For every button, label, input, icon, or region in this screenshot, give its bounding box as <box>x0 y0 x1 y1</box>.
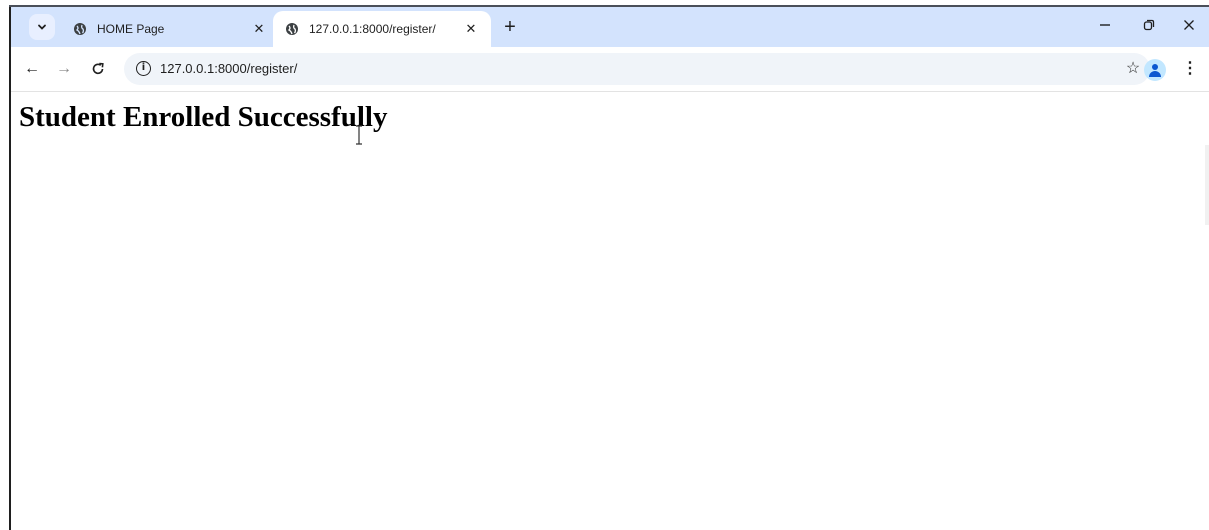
address-bar[interactable]: i 127.0.0.1:8000/register/ ☆ <box>124 53 1150 85</box>
profile-head <box>1152 64 1158 70</box>
reload-icon <box>92 62 104 75</box>
window-close-icon <box>1184 20 1194 30</box>
browser-window: HOME Page ✕ 127.0.0.1:8000/register/ ✕ +… <box>0 0 1209 530</box>
profile-icon[interactable] <box>1144 59 1166 81</box>
tab-search-button[interactable] <box>29 14 55 40</box>
text-cursor-icon <box>356 125 362 145</box>
profile-body <box>1149 71 1161 77</box>
globe-icon <box>74 23 86 35</box>
minimize-icon <box>1100 24 1110 26</box>
arrow-left-icon: ← <box>24 60 40 77</box>
page-content: Student Enrolled Successfully <box>11 93 1209 530</box>
window-close-button[interactable] <box>1177 15 1201 39</box>
page-heading: Student Enrolled Successfully <box>19 101 388 133</box>
globe-icon <box>286 23 298 35</box>
tab-title: 127.0.0.1:8000/register/ <box>309 22 436 36</box>
chevron-down-icon <box>38 24 46 30</box>
url-text[interactable]: 127.0.0.1:8000/register/ <box>160 61 297 76</box>
restore-icon <box>1143 19 1155 31</box>
forward-button[interactable]: → <box>53 58 75 80</box>
arrow-right-icon: → <box>56 60 72 77</box>
star-icon[interactable]: ☆ <box>1122 58 1144 80</box>
browser-toolbar: ← → i 127.0.0.1:8000/register/ ☆ ⋮ <box>11 47 1209 92</box>
close-icon[interactable]: ✕ <box>463 21 479 37</box>
reload-button[interactable] <box>87 58 109 80</box>
desktop-edge <box>0 0 9 530</box>
tab-title: HOME Page <box>97 22 165 36</box>
close-icon[interactable]: ✕ <box>251 21 267 37</box>
scrollbar[interactable] <box>1205 145 1209 225</box>
plus-icon: + <box>504 16 516 38</box>
back-button[interactable]: ← <box>21 58 43 80</box>
restore-button[interactable] <box>1137 15 1161 39</box>
info-icon[interactable]: i <box>136 61 151 76</box>
new-tab-button[interactable]: + <box>499 16 521 38</box>
tab-home-page[interactable]: HOME Page ✕ <box>61 11 279 47</box>
tab-register[interactable]: 127.0.0.1:8000/register/ ✕ <box>273 11 491 47</box>
minimize-button[interactable] <box>1093 15 1117 39</box>
tab-strip: HOME Page ✕ 127.0.0.1:8000/register/ ✕ + <box>11 7 1209 47</box>
kebab-menu-icon[interactable]: ⋮ <box>1179 58 1201 80</box>
